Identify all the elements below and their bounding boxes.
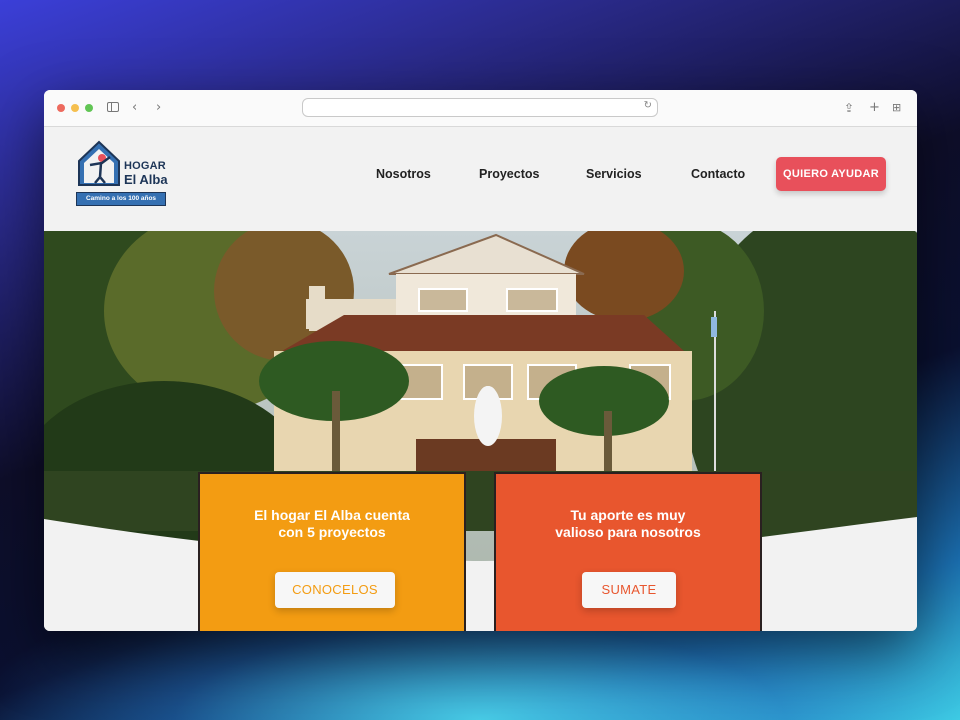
projects-card: El hogar El Alba cuenta con 5 proyectos … <box>198 472 466 631</box>
close-window-button[interactable] <box>57 104 65 112</box>
site-header: HOGAR El Alba Camino a los 100 años Noso… <box>44 127 917 231</box>
hero-image <box>44 231 917 631</box>
projects-card-line2: con 5 proyectos <box>278 524 386 540</box>
projects-card-line1: El hogar El Alba cuenta <box>254 507 410 523</box>
nav-item-proyectos[interactable]: Proyectos <box>479 167 539 181</box>
back-arrow-icon[interactable]: ‹ <box>132 99 137 117</box>
donate-card-line1: Tu aporte es muy <box>570 507 686 523</box>
share-icon[interactable]: ⇪ <box>844 99 854 117</box>
address-bar[interactable]: ↻ <box>302 98 658 117</box>
tab-overview-icon[interactable]: ⊞ <box>892 99 901 117</box>
conocelos-button[interactable]: CONOCELOS <box>275 572 395 608</box>
maximize-window-button[interactable] <box>85 104 93 112</box>
nav-item-contacto[interactable]: Contacto <box>691 167 745 181</box>
browser-window: ‹ › ↻ ⇪ + ⊞ HOGAR El Alba Camino a los 1… <box>44 90 917 631</box>
minimize-window-button[interactable] <box>71 104 79 112</box>
new-tab-icon[interactable]: + <box>869 99 880 117</box>
donate-card-line2: valioso para nosotros <box>555 524 701 540</box>
logo-tagline: Camino a los 100 años <box>76 192 166 206</box>
projects-card-text: El hogar El Alba cuenta con 5 proyectos <box>200 507 464 541</box>
logo-text-line2: El Alba <box>124 172 168 187</box>
house-logo-icon <box>78 140 120 186</box>
sidebar-toggle-icon[interactable] <box>107 102 119 112</box>
nav-item-servicios[interactable]: Servicios <box>586 167 642 181</box>
donate-card-text: Tu aporte es muy valioso para nosotros <box>496 507 760 541</box>
reload-icon[interactable]: ↻ <box>644 100 652 111</box>
forward-arrow-icon[interactable]: › <box>156 99 161 117</box>
donate-card: Tu aporte es muy valioso para nosotros S… <box>494 472 762 631</box>
logo-text-line1: HOGAR <box>124 160 166 172</box>
sumate-button[interactable]: SUMATE <box>582 572 676 608</box>
nav-item-nosotros[interactable]: Nosotros <box>376 167 431 181</box>
browser-toolbar: ‹ › ↻ ⇪ + ⊞ <box>44 90 917 127</box>
quiero-ayudar-button[interactable]: QUIERO AYUDAR <box>776 157 886 191</box>
hero-section: El hogar El Alba cuenta con 5 proyectos … <box>44 231 917 631</box>
